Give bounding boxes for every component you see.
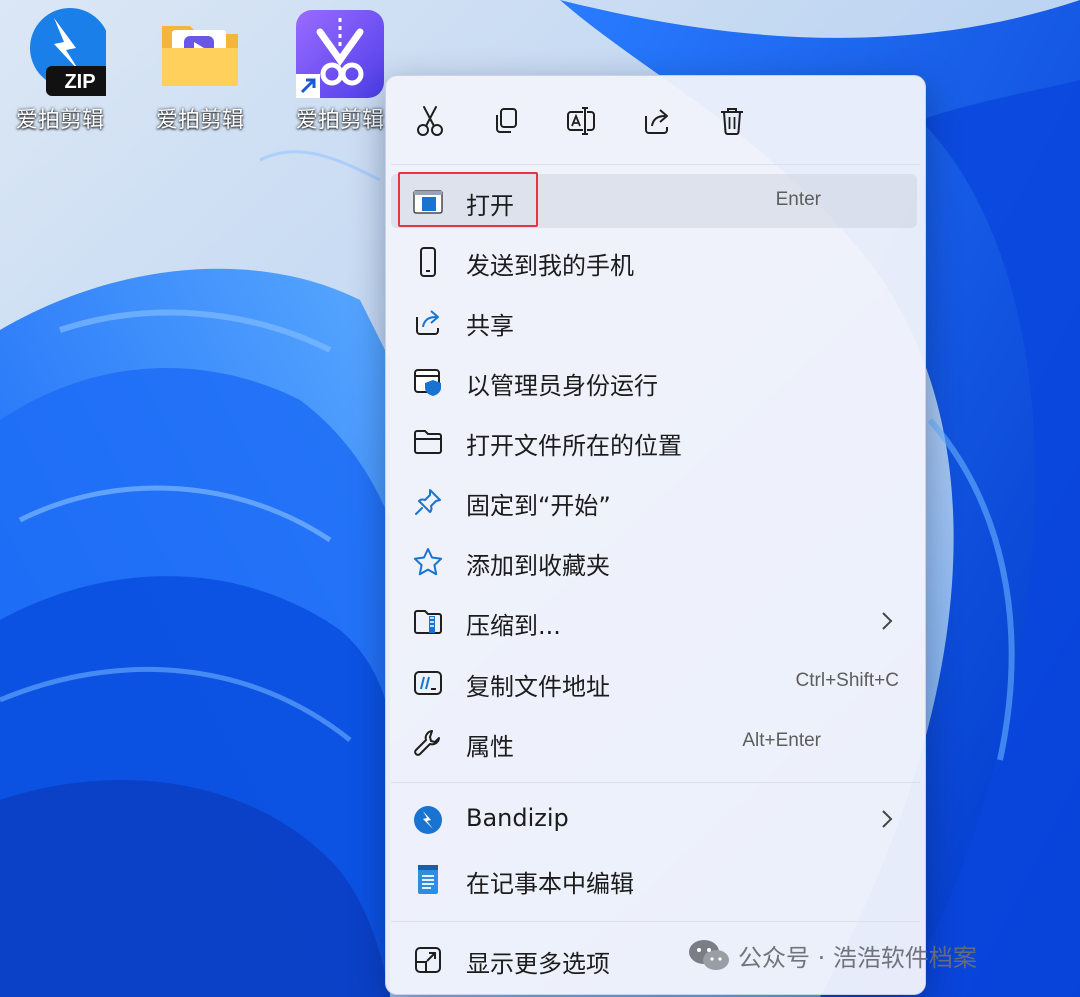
menu-item-label: 添加到收藏夹 xyxy=(466,552,610,580)
wrench-icon xyxy=(413,728,443,758)
menu-item-label: 压缩到... xyxy=(466,612,561,640)
menu-item-compress-to[interactable]: 压缩到... xyxy=(391,594,917,648)
watermark-text: 公众号 · 浩浩软件档案 xyxy=(738,943,977,972)
toolbar-separator xyxy=(391,164,920,165)
pin-icon xyxy=(413,487,443,517)
admin-shield-icon xyxy=(413,367,443,397)
more-options-icon xyxy=(413,945,443,975)
notepad-icon xyxy=(413,865,443,895)
menu-item-properties[interactable]: 属性 Alt+Enter xyxy=(391,715,917,769)
desktop-icon-folder[interactable]: 爱拍剪辑 xyxy=(140,8,260,134)
folder-icon xyxy=(154,8,246,100)
copy-icon xyxy=(496,108,517,133)
menu-item-label: 显示更多选项 xyxy=(466,950,610,978)
delete-button[interactable] xyxy=(709,98,755,144)
zip-folder-icon xyxy=(413,607,443,637)
menu-item-shortcut: Enter xyxy=(775,189,821,210)
rename-icon xyxy=(567,107,595,135)
menu-item-label: 发送到我的手机 xyxy=(466,252,634,280)
watermark: 公众号 · 浩浩软件档案 xyxy=(688,935,977,975)
phone-icon xyxy=(413,247,443,277)
menu-item-bandizip[interactable]: Bandizip xyxy=(391,792,917,846)
menu-item-label: 共享 xyxy=(466,312,514,340)
menu-item-label: 固定到“开始” xyxy=(466,492,611,520)
bandizip-archive-icon: ZIP xyxy=(14,8,114,100)
menu-item-pin-to-start[interactable]: 固定到“开始” xyxy=(391,474,917,528)
desktop-icon-zip[interactable]: ZIP 爱拍剪辑 xyxy=(0,8,120,134)
rename-button[interactable] xyxy=(558,98,604,144)
menu-separator xyxy=(391,782,920,783)
star-icon xyxy=(413,547,443,577)
chevron-right-icon xyxy=(877,806,897,832)
menu-item-label: 复制文件地址 xyxy=(466,673,610,701)
menu-item-send-to-phone[interactable]: 发送到我的手机 xyxy=(391,234,917,288)
share-icon xyxy=(413,307,443,337)
trash-icon xyxy=(721,108,743,135)
scissors-icon xyxy=(417,106,443,136)
folder-outline-icon xyxy=(413,427,443,457)
desktop-icon-aipai-shortcut[interactable]: 爱拍剪辑 xyxy=(280,8,400,134)
menu-item-label: 属性 xyxy=(466,733,514,761)
menu-item-open-file-location[interactable]: 打开文件所在的位置 xyxy=(391,414,917,468)
menu-item-label: 打开文件所在的位置 xyxy=(466,432,682,460)
bandizip-icon xyxy=(413,805,443,835)
copy-button[interactable] xyxy=(483,98,529,144)
aipai-shortcut-icon xyxy=(294,8,386,100)
menu-item-shortcut: Alt+Enter xyxy=(742,730,821,751)
menu-item-label: Bandizip xyxy=(466,804,569,832)
desktop-icon-label: 爱拍剪辑 xyxy=(295,108,384,133)
zip-badge-label: ZIP xyxy=(64,71,95,93)
desktop-icon-label: 爱拍剪辑 xyxy=(155,108,244,133)
annotation-highlight-box xyxy=(398,172,538,227)
menu-item-label: 在记事本中编辑 xyxy=(466,870,634,898)
cut-button[interactable] xyxy=(407,98,453,144)
share-icon xyxy=(645,109,668,134)
menu-item-shortcut: Ctrl+Shift+C xyxy=(795,670,899,691)
share-button[interactable] xyxy=(634,98,680,144)
desktop-icon-label: 爱拍剪辑 xyxy=(15,108,104,133)
chevron-right-icon xyxy=(877,608,897,634)
menu-item-copy-file-path[interactable]: 复制文件地址 Ctrl+Shift+C xyxy=(391,655,917,709)
menu-item-edit-in-notepad[interactable]: 在记事本中编辑 xyxy=(391,852,917,906)
menu-separator xyxy=(391,921,920,922)
wechat-icon xyxy=(689,940,729,970)
context-menu: 打开 Enter 发送到我的手机 共享 以管理员身份运行 打开文件所在的位置 固… xyxy=(385,75,926,995)
path-copy-icon xyxy=(413,668,443,698)
menu-item-share[interactable]: 共享 xyxy=(391,294,917,348)
menu-item-add-to-favorites[interactable]: 添加到收藏夹 xyxy=(391,534,917,588)
menu-item-run-as-admin[interactable]: 以管理员身份运行 xyxy=(391,354,917,408)
menu-item-label: 以管理员身份运行 xyxy=(466,372,658,400)
